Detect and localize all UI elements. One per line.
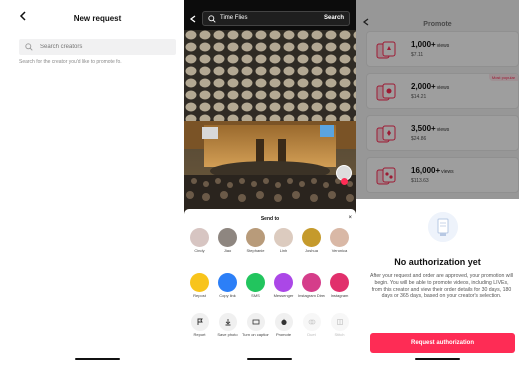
- modal-backdrop[interactable]: [356, 0, 519, 199]
- contact-item[interactable]: Cindy: [186, 228, 213, 254]
- action-save-photo[interactable]: Save photo: [214, 313, 241, 338]
- new-request-screen: New request Search for the creator you'd…: [11, 0, 184, 365]
- search-hint: Search for the creator you'd like to pro…: [19, 59, 122, 65]
- share-sheet-title: Send to: [260, 216, 280, 222]
- duet-icon: [302, 313, 321, 331]
- avatar: [190, 228, 209, 247]
- header: New request: [11, 0, 184, 32]
- avatar: [218, 228, 237, 247]
- promote-screen: Promote 1,000+views $7.11 2,000+views $1…: [356, 0, 519, 365]
- share-sheet: Send to × Cindy Jiao Stephanie Linh Josh…: [184, 209, 356, 365]
- avatar: [274, 228, 293, 247]
- actions-row: Report Save photo Turn on captions Promo…: [184, 313, 356, 343]
- back-arrow-icon[interactable]: [189, 15, 197, 23]
- contact-item[interactable]: Veronica: [326, 228, 353, 254]
- contact-item[interactable]: Linh: [270, 228, 297, 254]
- top-search-bar: Time Flies Search: [184, 0, 356, 30]
- page-title: New request: [73, 14, 122, 23]
- document-icon: [428, 212, 458, 242]
- follow-plus-icon[interactable]: [341, 178, 348, 185]
- contacts-row: Cindy Jiao Stephanie Linh Joshua Veronic…: [184, 228, 356, 258]
- link-icon: [218, 273, 237, 292]
- modal-title: No authorization yet: [394, 257, 481, 267]
- repost-icon: [190, 273, 209, 292]
- action-captions[interactable]: Turn on captions: [242, 313, 269, 338]
- share-copy-link[interactable]: Copy link: [214, 273, 241, 299]
- sms-icon: [246, 273, 265, 292]
- share-repost[interactable]: Repost: [186, 273, 213, 299]
- action-stitch[interactable]: Stitch: [326, 313, 353, 338]
- share-apps-row: Repost Copy link SMS Messenger Instagram…: [184, 273, 356, 303]
- flag-icon: [190, 313, 209, 331]
- close-icon[interactable]: ×: [348, 215, 352, 221]
- share-instagram[interactable]: Instagram: [326, 273, 353, 299]
- avatar: [302, 228, 321, 247]
- share-messenger[interactable]: Messenger: [270, 273, 297, 299]
- search-input[interactable]: [40, 41, 170, 53]
- action-duet[interactable]: Duet: [298, 313, 325, 338]
- modal-body: After your request and order are approve…: [369, 273, 514, 300]
- instagram-icon: [330, 273, 349, 292]
- instagram-direct-icon: [302, 273, 321, 292]
- search-button[interactable]: Search: [324, 15, 344, 21]
- action-promote[interactable]: Promote: [270, 313, 297, 338]
- download-icon: [218, 313, 237, 331]
- avatar: [246, 228, 265, 247]
- search-icon: [25, 43, 33, 51]
- stitch-icon: [330, 313, 349, 331]
- messenger-icon: [274, 273, 293, 292]
- share-instagram-direct[interactable]: Instagram Direct: [298, 273, 325, 299]
- home-indicator: [75, 358, 120, 360]
- video-share-screen: Time Flies Search Send to × Cindy Jiao S…: [184, 0, 356, 365]
- search-query: Time Flies: [220, 15, 248, 21]
- search-icon: [208, 15, 216, 23]
- contact-item[interactable]: Joshua: [298, 228, 325, 254]
- promote-icon: [274, 313, 293, 331]
- share-sms[interactable]: SMS: [242, 273, 269, 299]
- concert-hall-video: [184, 29, 356, 214]
- home-indicator: [415, 358, 460, 360]
- captions-icon: [246, 313, 265, 331]
- home-indicator: [247, 358, 292, 360]
- authorization-modal: No authorization yet After your request …: [356, 199, 519, 365]
- contact-item[interactable]: Stephanie: [242, 228, 269, 254]
- search-creators-box[interactable]: [19, 39, 176, 55]
- avatar: [330, 228, 349, 247]
- request-authorization-button[interactable]: Request authorization: [370, 333, 515, 353]
- action-report[interactable]: Report: [186, 313, 213, 338]
- video-search-field[interactable]: Time Flies Search: [202, 11, 350, 26]
- contact-item[interactable]: Jiao: [214, 228, 241, 254]
